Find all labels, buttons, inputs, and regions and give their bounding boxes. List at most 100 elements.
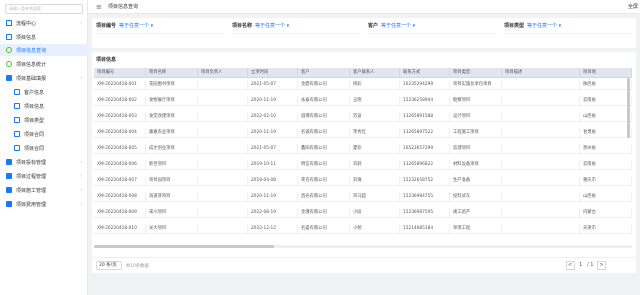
filter-value[interactable]: 等于任意一个 — [527, 23, 557, 29]
table-cell — [502, 224, 580, 234]
table-row[interactable]: XM-20220428-009 宋川项目 2022-08-19 金瑾有限公司 小段 152… — [94, 208, 632, 218]
table-cell — [502, 144, 580, 154]
table-cell: 杨彩 — [350, 80, 400, 90]
table-cell: 2022-08-19 — [248, 208, 298, 218]
table-cell — [502, 176, 580, 186]
filter-panel: 项目编号 等于任意一个 ▾ 项目名称 等于任意一个 ▾ 客户 等于任意一个 ▾ 项目类… — [92, 18, 636, 48]
table-cell: 鑫阳有限公司 — [298, 144, 350, 154]
top-bar: ≡ 项目信息查询 全屏 — [88, 0, 640, 14]
sidebar-item-label: 项目过程管理 — [16, 173, 47, 180]
filter-value[interactable]: 等于任意一个 — [119, 23, 149, 29]
filter-underline — [232, 33, 360, 34]
table-row[interactable]: XM-20220428-003 食堂改建项目 2022-02-10 诚博有限公司 苏波 1… — [94, 112, 632, 122]
table-row[interactable]: XM-20220428-005 成才创业项目 2021-05-07 鑫阳有限公司 夏欢 1… — [94, 144, 632, 154]
sidebar-item[interactable]: 项目基础填报 › — [0, 72, 88, 84]
table-cell: 王晓 — [350, 96, 400, 106]
column-header: 客户联系人 — [350, 68, 400, 78]
sidebar-item[interactable]: 客户信息 — [0, 86, 88, 98]
table-cell — [198, 192, 248, 202]
table-row[interactable]: XM-20220428-004 康嘉农业项目 2020-11-19 名诚有限公司 李秀红… — [94, 128, 632, 138]
circle-icon — [6, 61, 12, 67]
current-page[interactable]: 1 — [579, 262, 582, 268]
column-header: 项目类型 — [450, 68, 502, 78]
data-table: 项目编号 项目名称 项目负责人 立项时间 客户 客户联系人 联系方式 项目类型 项目描述 项目地 X… — [94, 68, 632, 246]
table-cell: 13265897522 — [400, 128, 450, 138]
table-cell: 15232658752 — [400, 176, 450, 186]
table-cell — [502, 208, 580, 218]
file-icon — [14, 117, 20, 123]
sidebar-item[interactable]: 流程中心 › — [0, 17, 88, 29]
table-cell: 16523657299 — [400, 144, 450, 154]
sidebar-item[interactable]: 项目类型 — [0, 114, 88, 126]
filter-value[interactable]: 等于任意一个 — [255, 23, 285, 29]
table-cell: 邓马超 — [350, 192, 400, 202]
home-icon — [6, 20, 12, 26]
record-count: 共10条数据 — [126, 264, 149, 269]
chevron-down-icon: ▾ — [558, 23, 562, 29]
sidebar-item[interactable]: 项目信息 — [0, 100, 88, 112]
column-header: 项目名称 — [146, 68, 198, 78]
table-cell — [502, 128, 580, 138]
sidebar-item-label: 项目施工管理 — [16, 187, 47, 194]
table-cell: 明信有限公司 — [298, 160, 350, 170]
sidebar-item-label: 项目信息统计 — [16, 61, 47, 68]
table-cell: XM-20220428-008 — [94, 192, 146, 202]
pagination: 20 条/页 共10条数据 < 1 / 1 > — [92, 257, 636, 273]
sidebar-item[interactable]: 项目信息查询 — [0, 44, 88, 56]
table-row[interactable]: XM-20220428-001 花园图书项目 2021-05-07 金鼎有限公司 杨彩 1… — [94, 80, 632, 90]
table-row[interactable]: XM-20220428-007 项目园项目 2018-04-08 荣百有限公司 刘锋 15… — [94, 176, 632, 186]
file-icon — [6, 34, 12, 40]
table-cell: 生产准备 — [450, 176, 502, 186]
chevron-down-icon: ▾ — [412, 23, 416, 29]
table-row[interactable]: XM-20220428-002 食物展厅项目 2020-11-19 永泰有限公司 王晓 1… — [94, 96, 632, 106]
table-cell: 宋川项目 — [146, 208, 198, 218]
table-cell — [198, 144, 248, 154]
sidebar-item[interactable]: 项目费用管理 › — [0, 198, 88, 210]
column-header: 立项时间 — [248, 68, 298, 78]
next-page-button[interactable]: > — [597, 261, 606, 270]
sidebar-item[interactable]: 项目过程管理 › — [0, 170, 88, 182]
sidebar-item[interactable]: 项目信息统计 — [0, 58, 88, 70]
table-cell: 新世项目 — [146, 160, 198, 170]
sidebar-item-label: 项目费用管理 — [16, 201, 47, 208]
filter-value[interactable]: 等于任意一个 — [381, 23, 411, 29]
filter-project-name[interactable]: 项目名称 等于任意一个 ▾ — [232, 22, 360, 34]
table-cell: 金鼎有限公司 — [298, 80, 350, 90]
fullscreen-button[interactable]: 全屏 — [628, 3, 638, 10]
filter-project-code[interactable]: 项目编号 等于任意一个 ▾ — [96, 22, 224, 34]
sidebar-item[interactable]: 项目合同 — [0, 142, 88, 154]
menu-search-input[interactable]: 请输入菜单名搜索 — [5, 4, 83, 14]
table-cell: 勘察项目 — [450, 96, 502, 106]
prev-page-button[interactable]: < — [565, 261, 575, 270]
vertical-scrollbar[interactable] — [627, 78, 630, 138]
menu-toggle-icon[interactable]: ≡ — [96, 3, 102, 11]
table-cell: 内蒙古 — [580, 208, 632, 218]
table-cell: 陕西省 — [580, 80, 632, 90]
table-cell: 小段 — [350, 208, 400, 218]
sidebar-item[interactable]: 项目投标管理 › — [0, 156, 88, 168]
table-cell — [502, 160, 580, 170]
table-row[interactable]: XM-20220428-006 新世项目 2019-10-11 明信有限公司 刘莉 132… — [94, 160, 632, 170]
table-cell — [502, 96, 580, 106]
page-size-select[interactable]: 20 条/页 — [96, 261, 122, 270]
sidebar-item[interactable]: 项目合同 — [0, 128, 88, 140]
table-cell: 2019-10-11 — [248, 160, 298, 170]
table-cell: 2021-05-07 — [248, 80, 298, 90]
table-cell: 海道芽项目 — [146, 192, 198, 202]
scrollbar-thumb[interactable] — [94, 245, 274, 248]
table-row[interactable]: XM-20220428-008 海道芽项目 2020-11-19 昌光有限公司 邓马超 1… — [94, 192, 632, 202]
table-cell: 诚博有限公司 — [298, 112, 350, 122]
chevron-down-icon: ▾ — [150, 23, 154, 29]
table-cell — [198, 80, 248, 90]
horizontal-scrollbar[interactable] — [94, 245, 632, 248]
table-row[interactable]: XM-20220428-010 光大项目 2022-12-12 名盛有限公司 小杨 152… — [94, 224, 632, 234]
sidebar-item[interactable]: 项目信息 — [0, 31, 88, 43]
column-header: 项目描述 — [502, 68, 580, 78]
table-cell: 15236984755 — [400, 192, 450, 202]
filter-customer[interactable]: 客户 等于任意一个 ▾ — [368, 22, 496, 34]
table-cell: 2020-11-19 — [248, 96, 298, 106]
table-cell: 昌光有限公司 — [298, 192, 350, 202]
table-cell: 贵州省 — [580, 144, 632, 154]
filter-project-type[interactable]: 项目类型 等于任意一个 ▾ — [504, 22, 632, 34]
sidebar-item[interactable]: 项目施工管理 › — [0, 184, 88, 196]
